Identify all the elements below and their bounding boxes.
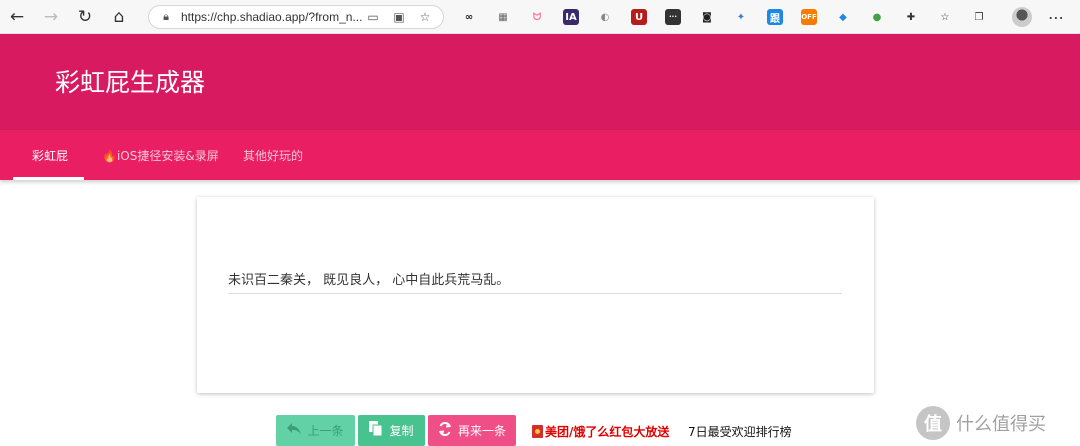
tab-ios-shortcut[interactable]: 🔥iOS捷径安装&录屏 (102, 130, 219, 180)
extension-glyph: ✦ (736, 11, 746, 23)
infinity-ext-icon[interactable]: ∞ (452, 5, 486, 29)
extension-glyph: ▦ (498, 11, 508, 23)
off-ext-icon[interactable]: OFF (792, 5, 826, 29)
previous-button[interactable]: 上一条 (276, 415, 355, 446)
copy-label: 复制 (389, 424, 414, 438)
add-favorite-icon[interactable]: ☆ (417, 9, 433, 25)
mouse-ext-icon[interactable]: ◐ (588, 5, 622, 29)
shield-ext-icon[interactable]: U (622, 5, 656, 29)
address-bar[interactable]: 🔒︎ https://chp.shadiao.app/?from_n... ▭ … (148, 5, 444, 29)
puzzle-ext-icon[interactable]: ✚ (894, 5, 928, 29)
collections-ext-icon[interactable]: ❐ (962, 5, 996, 29)
extension-glyph: ◙ (702, 11, 712, 23)
promo-link[interactable]: 美团/饿了么红包大放送 (532, 423, 669, 440)
tab-indicator (13, 177, 84, 180)
extension-glyph: ∞ (464, 11, 474, 23)
extension-glyph: ● (872, 11, 882, 23)
url-text[interactable]: https://chp.shadiao.app/?from_n... (181, 10, 362, 24)
watermark: 值 什么值得买 (916, 406, 1046, 440)
extension-glyph: ✚ (906, 11, 916, 23)
ranking-link[interactable]: 7日最受欢迎排行榜 (688, 423, 792, 440)
home-icon[interactable]: ⌂ (102, 0, 136, 34)
next-button[interactable]: 再来一条 (428, 415, 516, 446)
forward-icon[interactable]: → (34, 0, 68, 34)
copy-icon (369, 421, 383, 440)
extension-glyph: ··· (665, 9, 681, 25)
extension-glyph: ☆ (940, 11, 950, 23)
lock-icon[interactable]: 🔒︎ (159, 10, 173, 24)
watermark-text: 什么值得买 (956, 414, 1046, 435)
tab-rainbow-fart[interactable]: 彩虹屁 (32, 130, 68, 180)
tab-ext-icon[interactable]: ▦ (486, 5, 520, 29)
next-label: 再来一条 (457, 424, 506, 438)
extension-glyph: 跟 (767, 9, 783, 25)
cast-icon[interactable]: ▭ (365, 9, 381, 25)
compliment-text[interactable]: 未识百二秦关， 既见良人， 心中自此兵荒马乱。 (228, 269, 842, 294)
terminal-ext-icon[interactable]: ··· (656, 5, 690, 29)
red-envelope-icon (532, 425, 543, 438)
tab-label: 🔥iOS捷径安装&录屏 (102, 148, 219, 163)
previous-label: 上一条 (307, 424, 344, 438)
tab-other-fun[interactable]: 其他好玩的 (243, 130, 303, 180)
extension-glyph: OFF (801, 9, 817, 25)
refresh-icon (438, 421, 452, 439)
extension-glyph: ◆ (839, 11, 847, 23)
tab-label: 其他好玩的 (243, 148, 304, 163)
qr-code-icon[interactable]: ▣ (391, 9, 407, 25)
shield-color-ext-icon[interactable]: ◆ (826, 5, 860, 29)
favorites-ext-icon[interactable]: ☆ (928, 5, 962, 29)
extension-glyph: U (631, 9, 647, 25)
bird-ext-icon[interactable]: ✦ (724, 5, 758, 29)
extension-glyph: ᗢ (532, 11, 542, 23)
compliment-card: 未识百二秦关， 既见良人， 心中自此兵荒马乱。 (197, 197, 874, 393)
tab-bar: 彩虹屁 🔥iOS捷径安装&录屏 其他好玩的 (0, 130, 1080, 180)
page-title: 彩虹屁生成器 (55, 68, 206, 97)
ia-ext-icon[interactable]: IA (554, 5, 588, 29)
cat-ext-icon[interactable]: ᗢ (520, 5, 554, 29)
copy-button[interactable]: 复制 (358, 415, 425, 446)
app-header: 彩虹屁生成器 (0, 34, 1080, 130)
more-menu-icon[interactable]: ⋯ (1044, 5, 1068, 29)
tab-label: 彩虹屁 (32, 148, 69, 163)
watermark-logo-icon: 值 (916, 406, 950, 440)
promo-label: 美团/饿了么红包大放送 (545, 425, 670, 439)
translate-ext-icon[interactable]: 跟 (758, 5, 792, 29)
extension-glyph: ◐ (600, 11, 610, 23)
palette-ext-icon[interactable]: ● (860, 5, 894, 29)
screenshot-ext-icon[interactable]: ◙ (690, 5, 724, 29)
extension-glyph: ❐ (974, 11, 984, 23)
extensions-bar: ∞ ▦ ᗢ IA ◐ U ··· ◙ ✦ 跟 OFF ◆ ● ✚ ☆ ❐ (452, 5, 996, 29)
avatar[interactable] (1012, 7, 1032, 27)
extension-glyph: IA (563, 9, 579, 25)
reply-arrow-icon (287, 423, 302, 438)
back-icon[interactable]: ← (0, 0, 34, 34)
refresh-icon[interactable]: ↻ (68, 0, 102, 34)
